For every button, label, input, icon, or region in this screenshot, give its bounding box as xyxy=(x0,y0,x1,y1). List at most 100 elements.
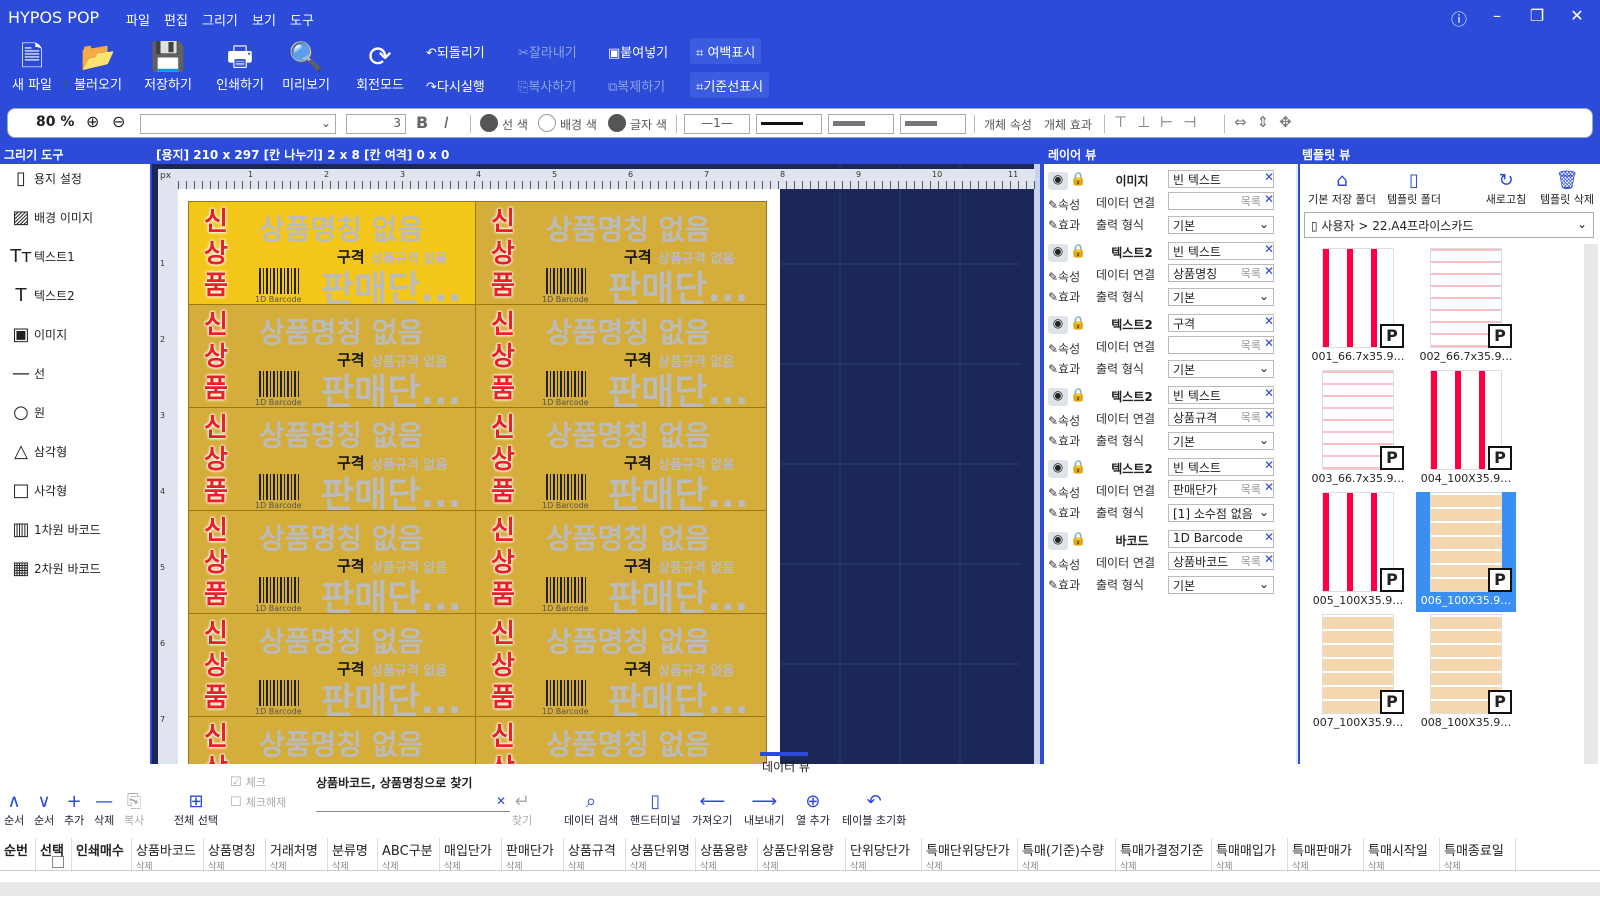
layer-item[interactable]: ◉ 🔒 ✎속성 ✎효과 텍스트2 데이터 연결 출력 형식 빈 텍스트 판매단가 목록 ✕ ✕ [1] … xyxy=(1048,458,1292,526)
restore-icon[interactable]: ❐ xyxy=(1522,6,1552,30)
dataview-button-13[interactable]: ⊕ 열 추가 xyxy=(796,792,830,828)
layer-property-button[interactable]: ✎속성 xyxy=(1048,484,1080,501)
layer-effect-button[interactable]: ✎효과 xyxy=(1048,432,1080,449)
layer-text-field[interactable]: 빈 텍스트 xyxy=(1168,458,1274,476)
dataview-button-8[interactable]: ↵ 찾기 xyxy=(512,792,532,828)
template-item[interactable]: P 004_100X35.9… xyxy=(1416,370,1516,490)
column-header[interactable]: 특매시작일 삭제 xyxy=(1364,838,1440,872)
line-color-swatch[interactable] xyxy=(480,114,498,132)
menu-edit[interactable]: 편집 xyxy=(164,10,188,29)
column-header[interactable]: 인쇄매수 xyxy=(72,838,132,872)
label-cell[interactable]: 신상품상품명칭 없음구격상품규격 없음1D Barcode판매단... xyxy=(475,407,767,511)
clear-text-icon[interactable]: ✕ xyxy=(1264,170,1274,184)
list-button[interactable]: 목록 xyxy=(1241,409,1261,425)
column-delete[interactable]: 삭제 xyxy=(762,859,841,872)
line-width-select[interactable]: —1— xyxy=(684,114,750,134)
clear-link-icon[interactable]: ✕ xyxy=(1264,264,1274,278)
layer-property-button[interactable]: ✎속성 xyxy=(1048,412,1080,429)
font-size-input[interactable]: 3 xyxy=(346,114,406,134)
label-cell[interactable]: 신상품상품명칭 없음구격상품규격 없음1D Barcode판매단... xyxy=(188,304,480,408)
draw-tool-5[interactable]: — 선 xyxy=(10,363,140,397)
layer-effect-button[interactable]: ✎효과 xyxy=(1048,504,1080,521)
layer-item[interactable]: ◉ 🔒 ✎속성 ✎효과 바코드 데이터 연결 출력 형식 1D Barcode 상품바코드 목록 ✕… xyxy=(1048,530,1292,598)
menu-draw[interactable]: 그리기 xyxy=(202,10,238,29)
column-header[interactable]: 상품규격 삭제 xyxy=(564,838,626,872)
output-format-select[interactable]: 기본 ⌄ xyxy=(1168,288,1274,306)
draw-tool-0[interactable]: ▯ 용지 설정 xyxy=(10,168,140,202)
dataview-button-6[interactable]: ☑ 체크 xyxy=(230,774,266,790)
label-cell[interactable]: 신상품상품명칭 없음구격상품규격 없음1D Barcode판매단... xyxy=(188,407,480,511)
print-button[interactable]: 🖶 인쇄하기 xyxy=(208,40,272,100)
label-cell[interactable]: 신상품상품명칭 없음구격상품규격 없음1D Barcode판매단... xyxy=(475,613,767,717)
draw-tool-4[interactable]: ▣ 이미지 xyxy=(10,324,140,358)
dataview-button-11[interactable]: ⟵ 가져오기 xyxy=(692,792,732,828)
paste-button[interactable]: ▣붙여넣기 xyxy=(602,38,674,64)
lock-icon[interactable]: 🔒 xyxy=(1070,460,1086,475)
distribute-icons[interactable]: ⇔⇕✥ xyxy=(1234,113,1302,131)
lock-icon[interactable]: 🔒 xyxy=(1070,316,1086,331)
layer-property-button[interactable]: ✎속성 xyxy=(1048,340,1080,357)
eye-icon[interactable]: ◉ xyxy=(1048,172,1068,190)
eye-icon[interactable]: ◉ xyxy=(1048,244,1068,262)
text-color-swatch[interactable] xyxy=(608,114,626,132)
preview-button[interactable]: 🔍 미리보기 xyxy=(274,40,338,100)
draw-tool-10[interactable]: ▦ 2차원 바코드 xyxy=(10,558,140,592)
copy-button[interactable]: ⎘복사하기 xyxy=(512,72,582,98)
label-paper[interactable]: 신 상 품 상품명칭 없음 구격 상품규격 없음 1D Barcode 판매단... 신 상 품 상품… xyxy=(178,189,780,764)
layer-link-field[interactable]: 상품규격 목록 xyxy=(1168,408,1274,426)
object-properties-button[interactable]: 개체 속성 xyxy=(984,116,1032,133)
dataview-button-3[interactable]: — 삭제 xyxy=(94,792,114,828)
column-header[interactable]: 특매가결정기준 삭제 xyxy=(1116,838,1212,872)
open-button[interactable]: 📂 불러오기 xyxy=(66,40,130,100)
bg-color-swatch[interactable] xyxy=(538,114,556,132)
dataview-button-5[interactable]: ⊞ 전체 선택 xyxy=(174,792,218,828)
column-header[interactable]: 상품용량 삭제 xyxy=(696,838,758,872)
label-cell[interactable]: 신상품상품명칭 없음구격상품규격 없음1D Barcode판매단... xyxy=(188,716,480,764)
column-header[interactable]: 선택 xyxy=(36,838,72,872)
bold-button[interactable]: B xyxy=(416,113,428,132)
clear-text-icon[interactable]: ✕ xyxy=(1264,458,1274,472)
layer-text-field[interactable]: 1D Barcode xyxy=(1168,530,1274,548)
column-delete[interactable]: 삭제 xyxy=(136,859,199,872)
layer-item[interactable]: ◉ 🔒 ✎속성 ✎효과 이미지 데이터 연결 출력 형식 빈 텍스트 목록 ✕ ✕ 기본 ⌄ xyxy=(1048,170,1292,238)
menu-view[interactable]: 보기 xyxy=(252,10,276,29)
dataview-button-0[interactable]: ∧ 순서 xyxy=(4,792,24,828)
minimize-icon[interactable]: – xyxy=(1482,6,1512,30)
column-header[interactable]: 특매판매가 삭제 xyxy=(1288,838,1364,872)
label-cell[interactable]: 신상품상품명칭 없음구격상품규격 없음1D Barcode판매단... xyxy=(475,716,767,764)
draw-tool-3[interactable]: T 텍스트2 xyxy=(10,285,140,319)
column-delete[interactable]: 삭제 xyxy=(926,859,1013,872)
column-delete[interactable]: 삭제 xyxy=(1022,859,1111,872)
line-end-select[interactable] xyxy=(900,114,966,134)
label-cell[interactable]: 신상품상품명칭 없음구격상품규격 없음1D Barcode판매단... xyxy=(188,613,480,717)
column-delete[interactable]: 삭제 xyxy=(630,859,691,872)
clear-link-icon[interactable]: ✕ xyxy=(1264,408,1274,422)
draw-tool-2[interactable]: Tт 텍스트1 xyxy=(10,246,140,280)
dataview-button-9[interactable]: ⌕ 데이터 검색 xyxy=(564,792,618,828)
column-header[interactable]: 특매종료일 삭제 xyxy=(1440,838,1516,872)
clear-link-icon[interactable]: ✕ xyxy=(1264,552,1274,566)
close-icon[interactable]: ✕ xyxy=(1562,6,1592,30)
line-style-select[interactable] xyxy=(756,114,822,134)
clear-text-icon[interactable]: ✕ xyxy=(1264,242,1274,256)
template-path-select[interactable]: ▯ 사용자 > 22.A4프라이스카드 ⌄ xyxy=(1304,212,1594,238)
draw-tool-8[interactable]: □ 사각형 xyxy=(10,480,140,514)
column-delete[interactable]: 삭제 xyxy=(1292,859,1359,872)
layer-text-field[interactable]: 구격 xyxy=(1168,314,1274,332)
info-icon[interactable]: ⓘ xyxy=(1444,6,1474,30)
layer-property-button[interactable]: ✎속성 xyxy=(1048,196,1080,213)
delete-template-button[interactable]: 🗑 템플릿 삭제 xyxy=(1536,170,1598,207)
eye-icon[interactable]: ◉ xyxy=(1048,460,1068,478)
dataview-button-4[interactable]: ⎘ 복사 xyxy=(124,792,144,828)
column-header[interactable]: 상품바코드 삭제 xyxy=(132,838,204,872)
cut-button[interactable]: ✂잘라내기 xyxy=(512,38,583,64)
template-item[interactable]: P 002_66.7x35.9… xyxy=(1416,248,1516,368)
layer-effect-button[interactable]: ✎효과 xyxy=(1048,360,1080,377)
column-header[interactable]: 거래처명 삭제 xyxy=(266,838,328,872)
template-item[interactable]: P 007_100X35.9… xyxy=(1308,614,1408,734)
layer-item[interactable]: ◉ 🔒 ✎속성 ✎효과 텍스트2 데이터 연결 출력 형식 빈 텍스트 상품규격 목록 ✕ ✕ 기본 ⌄ xyxy=(1048,386,1292,454)
list-button[interactable]: 목록 xyxy=(1241,337,1261,353)
dataview-button-12[interactable]: ⟶ 내보내기 xyxy=(744,792,784,828)
column-header[interactable]: 분류명 삭제 xyxy=(328,838,378,872)
lock-icon[interactable]: 🔒 xyxy=(1070,172,1086,187)
